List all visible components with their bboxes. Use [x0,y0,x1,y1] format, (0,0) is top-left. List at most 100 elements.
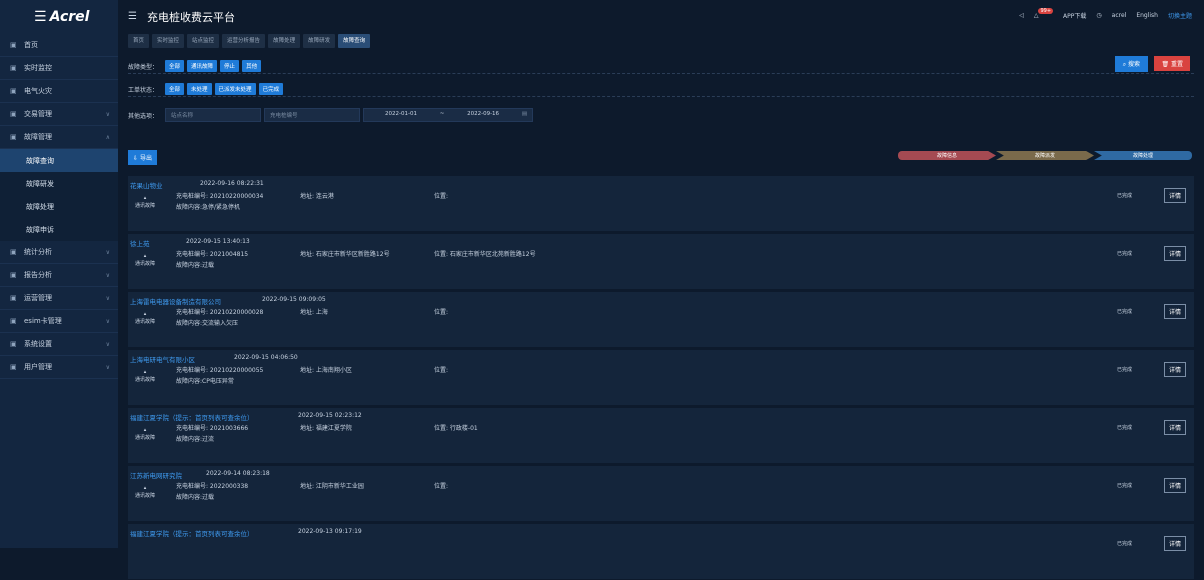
fault-time: 2022-09-15 04:06:50 [234,354,298,361]
notification-badge: 99+ [1038,8,1054,14]
location: 位置: [434,483,449,490]
tab[interactable]: 首页 [128,34,150,48]
user-name[interactable]: acrel [1112,12,1127,19]
fault-type-label: 通讯故障 [134,435,155,441]
status-badge: 已完成 [1116,425,1132,431]
fault-type-chip[interactable]: 通讯故障 [187,60,218,72]
logo-icon: ☰ [34,9,47,25]
station-name-link[interactable]: 福建江夏学院（提示：首页列表可查余位） [130,412,254,422]
user-icon: ▣ [10,363,17,371]
search-button[interactable]: ⌕ 搜索 [1114,56,1148,72]
sidebar-item-sidebar_rest4[interactable]: ▣ 系统设置 ∨ [0,333,118,356]
sidebar-subitem[interactable]: 故障处理 [0,195,118,218]
location: 位置: 石家庄市新华区北苑新胜路12号 [434,251,536,258]
speaker-icon[interactable]: ◁ [1019,12,1024,19]
switch-theme-link[interactable]: 切换主题 [1168,11,1192,20]
sidebar-item-sidebar4[interactable]: ▣ 故障管理 ∧ [0,126,118,149]
fault-card: 上海雷电电器设备制造有限公司 2022-09-15 09:09:05 ▴ 通讯故障 充电… [128,292,1194,348]
order-status-chip[interactable]: 未处理 [187,83,212,95]
fault-time: 2022-09-15 13:40:13 [186,238,250,245]
sidebar-item-sidebar_rest0[interactable]: ▣ 统计分析 ∨ [0,241,118,264]
order-status-chip[interactable]: 全部 [165,83,185,95]
fault-type-icon: ▴ [143,427,147,433]
chart-icon: ▣ [10,248,17,256]
tab[interactable]: 故障查询 [338,34,371,48]
fault-type-badge: ▴ 通讯故障 [134,368,156,384]
tab[interactable]: 运营分析报告 [222,34,266,48]
fault-type-icon: ▴ [143,195,147,201]
sidebar-item-label: 系统设置 [24,340,52,348]
search-label: 搜索 [1127,61,1140,68]
detail-button[interactable]: 详情 [1163,420,1186,435]
station-name-link[interactable]: 上海电研电气有限小区 [130,354,195,364]
fault-content: 故障内容:CP电压异常 [176,378,234,385]
station-name-link[interactable]: 花果山物业 [130,180,163,190]
station-name-link[interactable]: 徐上苑 [130,238,150,248]
sidebar-item-sidebar_rest3[interactable]: ▣ esim卡管理 ∨ [0,310,118,333]
location: 位置: [434,193,449,200]
fault-type-badge: ▴ 通讯故障 [134,426,156,442]
address: 地址: 上海南翔小区 [300,367,352,374]
sidebar-item-label: 统计分析 [24,248,52,256]
fault-type-chip[interactable]: 停止 [220,60,240,72]
detail-button[interactable]: 详情 [1163,188,1186,203]
order-status-chip[interactable]: 已派发未处理 [214,83,256,95]
logo-text: Acrel [49,9,90,25]
detail-button[interactable]: 详情 [1163,246,1186,261]
fault-card: 花果山物业 2022-09-16 08:22:31 ▴ 通讯故障 充电桩编号: 2021… [128,176,1194,232]
sidebar-item-sidebar_rest2[interactable]: ▣ 运营管理 ∨ [0,287,118,310]
pile-number-input[interactable]: 充电桩编号 [264,108,361,122]
fault-type-chip[interactable]: 其他 [242,60,262,72]
fault-type-chip[interactable]: 全部 [165,60,185,72]
fault-time: 2022-09-15 02:23:12 [298,412,362,419]
sidebar-item-sidebar3[interactable]: ▣ 交易管理 ∨ [0,103,118,126]
fault-type-label: 故障类型： [128,63,159,71]
bell-icon[interactable]: △99+ [1034,8,1054,19]
sidebar-item-sidebar_rest1[interactable]: ▣ 报告分析 ∨ [0,264,118,287]
date-start: 2022-01-01 [385,111,417,117]
location: 位置: 行政楼-01 [434,425,478,432]
detail-button[interactable]: 详情 [1163,478,1186,493]
tab[interactable]: 故障研发 [303,34,336,48]
station-name-link[interactable]: 上海雷电电器设备制造有限公司 [130,296,221,306]
status-badge: 已完成 [1116,251,1132,257]
pile-number: 充电桩编号: 20210220000034 [176,193,264,200]
sidebar-item-sidebar0[interactable]: ▣ 首页 [0,34,118,57]
trade-icon: ▣ [10,110,17,118]
detail-button[interactable]: 详情 [1163,362,1186,377]
sidebar-item-label: 交易管理 [24,110,52,118]
station-name-link[interactable]: 福建江夏学院（提示：首页列表可查余位） [130,528,254,538]
menu-icon[interactable]: ☰ [128,11,137,22]
fault-time: 2022-09-13 09:17:19 [298,528,362,535]
sidebar-subitem[interactable]: 故障申诉 [0,218,118,241]
status-badge: 已完成 [1116,193,1132,199]
date-range-picker[interactable]: 2022-01-01 ~ 2022-09-16 ▤ [363,108,534,122]
station-name-link[interactable]: 江苏新电网研究院 [130,470,182,480]
detail-button[interactable]: 详情 [1163,536,1186,551]
export-button[interactable]: ⇩ 导出 [128,150,157,165]
fault-type-badge: ▴ 通讯故障 [134,252,156,268]
reset-button[interactable]: 🗑 重置 [1154,56,1190,71]
english-link[interactable]: English [1136,12,1158,19]
tab[interactable]: 站点监控 [187,34,220,48]
chevron-icon: ∨ [105,271,110,279]
sidebar-item-sidebar_rest5[interactable]: ▣ 用户管理 ∨ [0,356,118,379]
detail-button[interactable]: 详情 [1163,304,1186,319]
tab[interactable]: 故障处理 [268,34,301,48]
chevron-icon: ∨ [105,317,110,325]
fault-type-badge: ▴ 通讯故障 [134,310,156,326]
sidebar-item-sidebar1[interactable]: ▣ 实时监控 [0,57,118,80]
fault-card: 江苏新电网研究院 2022-09-14 08:23:18 ▴ 通讯故障 充电桩编号: 2… [128,466,1194,522]
status-badge: 已完成 [1116,309,1132,315]
app-download-link[interactable]: APP下载 [1063,11,1086,20]
address: 地址: 石家庄市新华区新胜路12号 [300,251,390,258]
sidebar-item-label: 故障管理 [24,133,52,141]
sidebar-item-sidebar2[interactable]: ▣ 电气火灾 [0,80,118,103]
order-status-chip[interactable]: 已完成 [258,83,284,95]
station-name-input[interactable]: 站点名称 [165,108,262,122]
sidebar-subitem[interactable]: 故障查询 [0,149,118,172]
sidebar-subitem[interactable]: 故障研发 [0,172,118,195]
progress-steps: 故障信息 故障派发 故障处理 [898,151,1192,160]
tab[interactable]: 实时监控 [152,34,185,48]
chevron-icon: ∨ [105,110,110,118]
